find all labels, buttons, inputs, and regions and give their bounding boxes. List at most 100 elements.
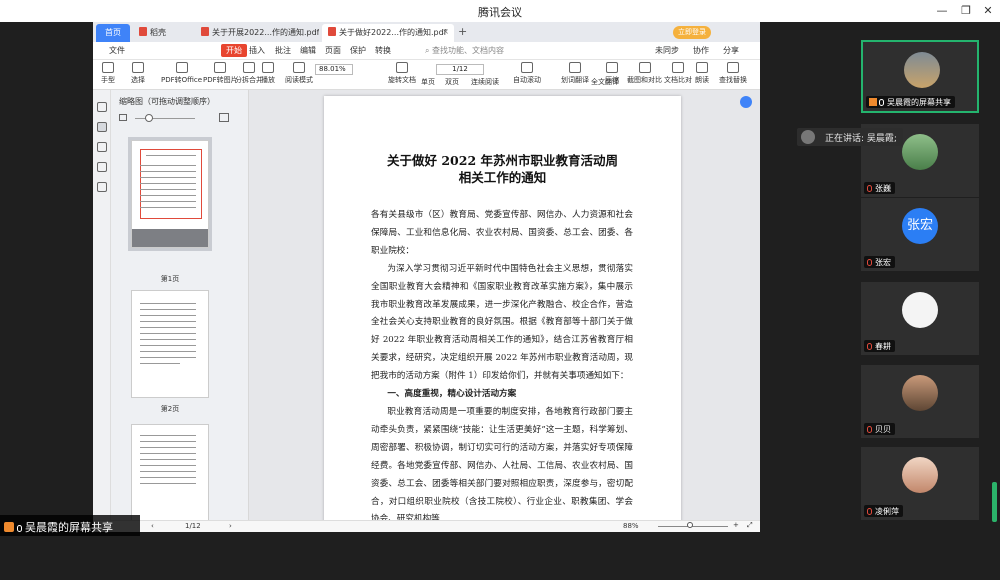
scroll-icon bbox=[521, 62, 533, 73]
translate-icon bbox=[569, 62, 581, 73]
sync-status[interactable]: 未同步 bbox=[655, 45, 679, 56]
pdf-to-office-button[interactable]: PDF转Office bbox=[161, 62, 202, 85]
status-bar: ‹ 1/12 › 88% + ⤢ bbox=[93, 520, 760, 532]
name-label: 张巍 bbox=[875, 184, 891, 193]
select-tool-button[interactable]: 选择 bbox=[131, 62, 145, 85]
login-button[interactable]: 立即登录 bbox=[673, 26, 711, 39]
tool-label: 文档比对 bbox=[664, 76, 692, 84]
screenshot-button[interactable]: 截图和对比 bbox=[627, 62, 662, 85]
host-icon bbox=[869, 98, 877, 106]
thumbnail-panel: 缩略图（可拖动调整顺序） 第1页 第2页 bbox=[111, 90, 260, 532]
read-aloud-button[interactable]: 朗读 bbox=[695, 62, 709, 85]
zoom-slider-handle[interactable] bbox=[687, 522, 693, 528]
minimize-icon[interactable]: — bbox=[934, 3, 950, 19]
tool-label: 截图和对比 bbox=[627, 76, 662, 84]
split-merge-button[interactable]: 分拆合并 bbox=[235, 62, 263, 85]
double-page-button[interactable]: 双页 bbox=[445, 77, 459, 87]
menu-insert[interactable]: 插入 bbox=[249, 45, 265, 56]
collab-button[interactable]: 协作 bbox=[693, 45, 709, 56]
participant-name: 吴晨霞的屏幕共享 bbox=[866, 96, 955, 108]
participant-scrollbar[interactable] bbox=[992, 482, 997, 522]
speaking-indicator: 正在讲话: 吴晨霞; bbox=[797, 128, 903, 146]
auto-scroll-button[interactable]: 自动滚动 bbox=[513, 62, 541, 85]
slider-handle[interactable] bbox=[145, 114, 153, 122]
rotate-button[interactable]: 旋转文档 bbox=[388, 62, 416, 85]
close-tab-icon[interactable]: × bbox=[442, 27, 449, 36]
name-label: 春耕 bbox=[875, 342, 891, 351]
read-mode-button[interactable]: 阅读模式 bbox=[285, 62, 313, 85]
attachment-icon[interactable] bbox=[97, 162, 107, 172]
hand-icon bbox=[102, 62, 114, 73]
tab-docer[interactable]: 稻壳 bbox=[133, 24, 193, 42]
single-page-button[interactable]: 单页 bbox=[421, 77, 435, 87]
assistant-icon[interactable] bbox=[740, 96, 752, 108]
participant-tile[interactable]: 贝贝 bbox=[861, 365, 979, 438]
menu-page[interactable]: 页面 bbox=[325, 45, 341, 56]
translate-button[interactable]: 划词翻译 bbox=[561, 62, 589, 85]
screen-share-label[interactable]: 吴晨霞的屏幕共享 bbox=[0, 515, 140, 536]
participant-name: 凌俐萍 bbox=[864, 505, 903, 517]
command-search[interactable]: ⌕ 查找功能、文档内容 bbox=[425, 45, 504, 56]
zoom-in-icon[interactable]: + bbox=[733, 521, 739, 529]
find-replace-button[interactable]: 查找替换 bbox=[719, 62, 747, 85]
menu-start[interactable]: 开始 bbox=[221, 44, 247, 57]
status-zoom[interactable]: 88% bbox=[623, 522, 639, 530]
book-icon bbox=[293, 62, 305, 73]
new-tab-icon[interactable]: + bbox=[458, 25, 467, 38]
small-thumb-icon[interactable] bbox=[119, 114, 127, 121]
menu-edit[interactable]: 编辑 bbox=[300, 45, 316, 56]
slider-track[interactable] bbox=[135, 118, 195, 119]
zoom-slider[interactable] bbox=[658, 526, 728, 527]
participant-tile[interactable]: 张宏 张宏 bbox=[861, 198, 979, 271]
menu-convert[interactable]: 转换 bbox=[375, 45, 391, 56]
tool-label: 单页 bbox=[421, 78, 435, 86]
stamp-icon[interactable] bbox=[97, 182, 107, 192]
pdf-to-image-button[interactable]: PDF转图片 bbox=[203, 62, 238, 85]
tab-pdf-2[interactable]: 关于做好2022...作的通知.pdf × bbox=[322, 24, 454, 42]
prev-page-icon[interactable]: ‹ bbox=[151, 522, 154, 530]
search-icon bbox=[727, 62, 739, 73]
participant-tile[interactable]: 春耕 bbox=[861, 282, 979, 355]
participant-avatar bbox=[902, 292, 938, 328]
play-icon bbox=[262, 62, 274, 73]
participant-name: 贝贝 bbox=[864, 423, 895, 435]
comment-icon[interactable] bbox=[97, 142, 107, 152]
thumbnail-size-slider[interactable] bbox=[119, 112, 241, 126]
tool-label: 划词翻译 bbox=[561, 76, 589, 84]
tab-pdf-1[interactable]: 关于开展2022...作的通知.pdf bbox=[195, 24, 319, 42]
menu-file[interactable]: 文件 bbox=[109, 45, 125, 56]
menu-protect[interactable]: 保护 bbox=[350, 45, 366, 56]
convert-icon bbox=[175, 62, 188, 73]
next-page-icon[interactable]: › bbox=[229, 522, 232, 530]
mic-muted-icon bbox=[867, 343, 872, 350]
page-thumbnail[interactable] bbox=[131, 290, 209, 398]
menu-comment[interactable]: 批注 bbox=[275, 45, 291, 56]
shared-screen: 首页 稻壳 关于开展2022...作的通知.pdf 关于做好2022...作的通… bbox=[93, 22, 760, 532]
host-icon bbox=[4, 522, 14, 532]
tab-home[interactable]: 首页 bbox=[96, 24, 130, 42]
share-button[interactable]: 分享 bbox=[723, 45, 739, 56]
participant-tile[interactable]: 凌俐萍 bbox=[861, 447, 979, 520]
continuous-button[interactable]: 连续阅读 bbox=[471, 77, 499, 87]
page-thumbnail[interactable] bbox=[128, 137, 212, 251]
thumbnail-panel-title: 缩略图（可拖动调整顺序） bbox=[119, 97, 215, 106]
tool-label: 朗读 bbox=[695, 76, 709, 84]
page-thumbnail[interactable] bbox=[131, 424, 209, 532]
compress-button[interactable]: 压缩 bbox=[605, 62, 619, 85]
page-number-input[interactable]: 1/12 bbox=[436, 64, 484, 75]
zoom-input[interactable]: 88.01% bbox=[315, 64, 353, 75]
document-view[interactable]: 关于做好 2022 年苏州市职业教育活动周 相关工作的通知 各有关县级市（区）教… bbox=[249, 90, 760, 520]
tool-label: 旋转文档 bbox=[388, 76, 416, 84]
hand-tool-button[interactable]: 手型 bbox=[101, 62, 115, 85]
participant-tile[interactable]: 吴晨霞的屏幕共享 bbox=[861, 40, 979, 113]
play-button[interactable]: 播放 bbox=[261, 62, 275, 85]
large-thumb-icon[interactable] bbox=[219, 113, 229, 122]
fullscreen-icon[interactable]: ⤢ bbox=[747, 521, 753, 530]
status-page[interactable]: 1/12 bbox=[185, 522, 201, 530]
bookmark-icon[interactable] bbox=[97, 102, 107, 112]
close-icon[interactable]: ✕ bbox=[980, 3, 996, 19]
window-title: 腾讯会议 bbox=[478, 6, 522, 19]
maximize-icon[interactable]: ❐ bbox=[958, 3, 974, 19]
compare-button[interactable]: 文档比对 bbox=[664, 62, 692, 85]
thumbnail-icon[interactable] bbox=[97, 122, 107, 132]
